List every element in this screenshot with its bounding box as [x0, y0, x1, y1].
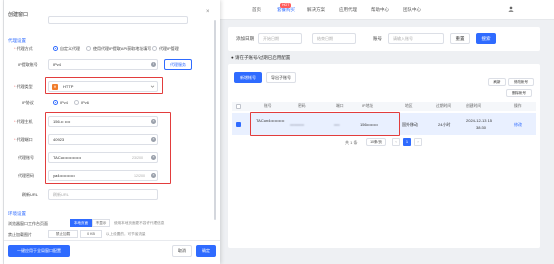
- page-size-select[interactable]: 10条/页: [366, 138, 386, 146]
- edit-account-button[interactable]: 修改帐号: [508, 78, 534, 86]
- end-date-input[interactable]: 结束日期: [312, 33, 356, 44]
- proxy-host-input[interactable]: 156.•• ••••: [48, 116, 158, 127]
- user-label: 代理账号: [18, 155, 34, 160]
- ip-version-label: IP协议: [22, 100, 34, 105]
- next-page-button[interactable]: ›: [414, 138, 422, 146]
- block-hint: 以上设置的，可节省流量: [106, 232, 146, 236]
- refresh-url-label: 刷新URL: [22, 192, 39, 197]
- clear-icon[interactable]: ×: [151, 137, 156, 142]
- proxy-type-select[interactable]: HTTP: [48, 81, 158, 92]
- add-account-button[interactable]: 新增帐号: [234, 72, 262, 83]
- start-date-input[interactable]: 开始日期: [258, 33, 302, 44]
- proxy-service-button[interactable]: 代理服务: [164, 59, 192, 70]
- create-time-label: 添加日期: [236, 36, 254, 41]
- chevron-down-icon: [150, 85, 155, 88]
- env-hint: 使用本地页面更不容许代理信息: [114, 221, 165, 225]
- refresh-button[interactable]: 刷新: [488, 78, 506, 86]
- user-char-count: 23/200: [132, 155, 143, 160]
- reset-button[interactable]: 重置: [450, 33, 470, 44]
- row-edit-link[interactable]: 修改: [514, 122, 522, 128]
- row-password: ••••••••••: [290, 122, 305, 127]
- block-images-label: 禁止加载图片: [8, 232, 32, 237]
- radio-ip-manage[interactable]: [152, 46, 157, 51]
- pager-total: 共 1 条: [345, 140, 358, 145]
- nav-home[interactable]: 首页: [252, 7, 261, 13]
- radio-ipv6-label: IPv6: [81, 100, 90, 105]
- row-port: ••••: [334, 122, 340, 127]
- env-local-page-toggle[interactable]: 本地页面: [70, 219, 92, 227]
- env-label: 浏览器窗口工作台页面: [8, 221, 48, 226]
- row-ip: 156••••••••: [360, 122, 378, 127]
- env-section-title: 环境设置: [8, 211, 26, 216]
- modal-scrollbar[interactable]: [214, 20, 216, 220]
- clear-icon[interactable]: ×: [151, 155, 156, 160]
- user-icon[interactable]: [508, 6, 514, 12]
- ok-button[interactable]: 确定: [196, 245, 216, 257]
- nav-solutions[interactable]: 解决方案: [307, 7, 325, 13]
- clear-icon[interactable]: ×: [151, 119, 156, 124]
- proxy-account-select[interactable]: IPv4: [48, 59, 158, 70]
- nav-app-proxy[interactable]: 应用代理: [339, 7, 357, 13]
- cancel-button[interactable]: 取消: [172, 245, 192, 257]
- proxy-account-label: IP提取账号: [18, 62, 38, 67]
- screen: 首页 套餐购买 HOT 解决方案 应用代理 帮助中心 团队中心 添加日期 开始日…: [0, 0, 554, 264]
- delete-account-button[interactable]: 删除帐号: [506, 89, 532, 97]
- pass-char-count: 12/200: [134, 173, 145, 178]
- table-header: [232, 102, 536, 111]
- info-icon: i: [151, 62, 156, 67]
- host-label: * 代理主机: [14, 119, 33, 124]
- pass-label: 代理密码: [18, 173, 34, 178]
- col-port: 端口: [336, 104, 344, 108]
- nav-help[interactable]: 帮助中心: [371, 7, 389, 13]
- radio-ip-manage-label: 代理IP管理: [159, 46, 179, 51]
- modal-title: 创建窗口: [8, 12, 29, 18]
- env-hide-toggle[interactable]: 不显示: [92, 219, 110, 227]
- close-icon[interactable]: ×: [206, 9, 210, 15]
- page-1-button[interactable]: 1: [403, 138, 411, 146]
- account-label: 账号: [373, 36, 382, 41]
- search-button[interactable]: 搜索: [476, 33, 496, 44]
- proxy-mode-label: * 代理方式: [14, 46, 33, 51]
- clear-icon[interactable]: ×: [151, 173, 156, 178]
- info-note: ● 请在子账号/过期已启用配置: [231, 55, 291, 60]
- export-button[interactable]: 导出子账号: [266, 72, 296, 83]
- proxy-type-label: * 代理类型: [14, 84, 33, 89]
- http-icon: H: [52, 83, 58, 90]
- table-row[interactable]: [232, 113, 536, 135]
- row-checkbox[interactable]: [236, 122, 241, 127]
- prev-page-button[interactable]: ‹: [392, 138, 400, 146]
- port-label: * 代理端口: [14, 137, 33, 142]
- block-images-select[interactable]: 禁止加载: [48, 230, 78, 238]
- col-created: 创建时间: [466, 104, 482, 108]
- refresh-url-input[interactable]: 刷新URL: [48, 189, 158, 200]
- col-password: 密码: [298, 104, 306, 108]
- row-created-date: 2024-12-13 15: [466, 118, 493, 123]
- row-region: 国外移动: [402, 122, 418, 127]
- account-list-card: [228, 64, 540, 248]
- col-expire: 过期时间: [436, 104, 452, 108]
- col-action: 操作: [514, 104, 522, 108]
- apply-global-button[interactable]: 一键应用于全局窗口配置: [8, 245, 70, 257]
- radio-ipv6[interactable]: [74, 100, 79, 105]
- block-size-input[interactable]: 0 KB: [80, 230, 102, 238]
- radio-api-proxy[interactable]: [86, 46, 91, 51]
- radio-custom-proxy[interactable]: [53, 46, 58, 51]
- row-account: TACun4••••••••••: [256, 118, 285, 123]
- col-ip: IP地址: [362, 104, 374, 108]
- prev-field-input[interactable]: [48, 16, 188, 24]
- nav-team[interactable]: 团队中心: [403, 7, 421, 13]
- radio-api-proxy-label: 使用代理IP提取API获取地址填写: [93, 46, 152, 51]
- col-account: 账号: [264, 104, 272, 108]
- hot-badge: HOT: [280, 3, 292, 8]
- row-created-time: 38:30: [476, 125, 487, 130]
- col-region: 地区: [405, 104, 413, 108]
- account-search-input[interactable]: 请输入账号: [388, 33, 444, 44]
- proxy-port-input[interactable]: 40923: [48, 134, 158, 145]
- select-all-checkbox[interactable]: [236, 104, 241, 109]
- radio-ipv4[interactable]: [53, 100, 58, 105]
- proxy-section-title: 代理设置: [8, 38, 26, 43]
- radio-ipv4-label: IPv4: [60, 100, 69, 105]
- row-expire: 24小时: [438, 122, 451, 127]
- radio-custom-proxy-label: 自定义代理: [60, 46, 80, 51]
